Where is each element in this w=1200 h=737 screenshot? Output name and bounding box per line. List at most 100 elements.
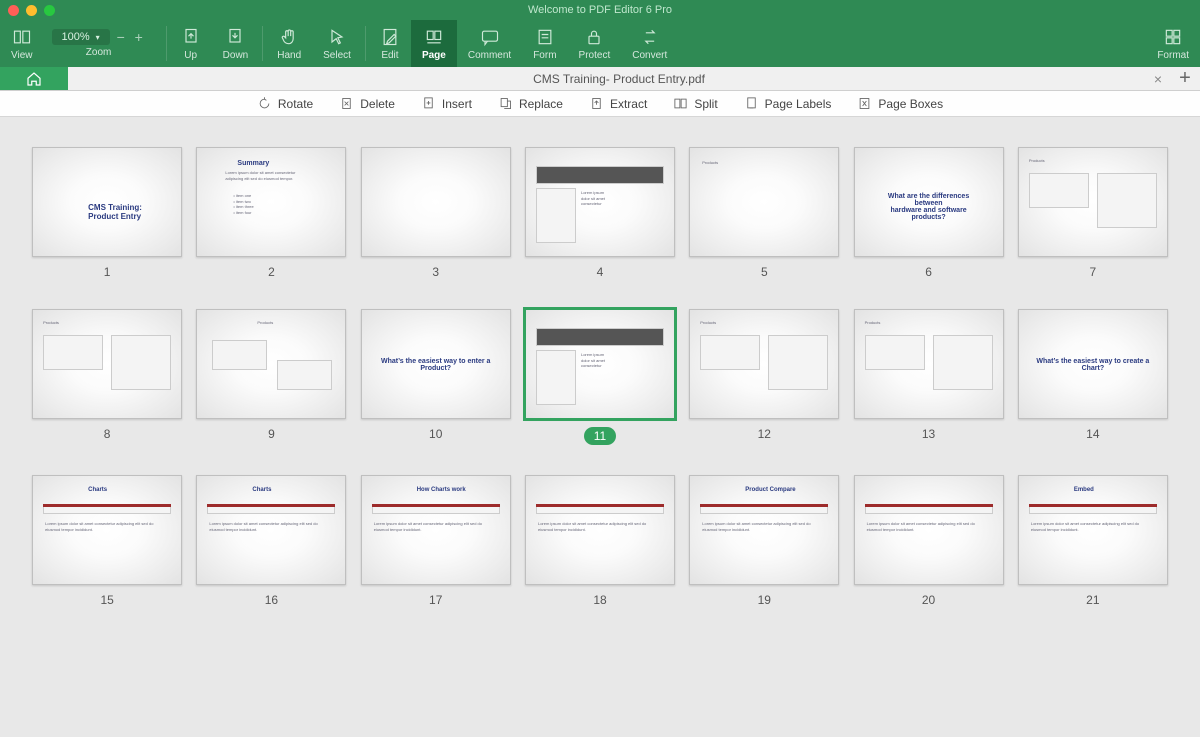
page-thumbnail-image[interactable]: Products — [196, 309, 346, 419]
form-button[interactable]: Form — [522, 20, 567, 67]
page-thumbnail-image[interactable]: ChartsLorem ipsum dolor sit amet consect… — [196, 475, 346, 585]
page-thumbnail-image[interactable]: What are the differences betweenhardware… — [854, 147, 1004, 257]
extract-label: Extract — [610, 97, 647, 111]
page-boxes-button[interactable]: Page Boxes — [857, 96, 943, 111]
new-tab-button[interactable]: + — [1170, 67, 1200, 90]
page-thumbnail-image[interactable]: What’s the easiest way to enter aProduct… — [361, 309, 511, 419]
zoom-out-button[interactable]: − — [114, 29, 128, 45]
page-number: 19 — [758, 593, 771, 607]
page-thumbnail-image[interactable]: Products — [1018, 147, 1168, 257]
page-thumbnail[interactable]: What’s the easiest way to enter aProduct… — [359, 309, 513, 445]
page-thumbnail[interactable]: Products 7 — [1016, 147, 1170, 279]
page-thumbnail[interactable]: Products13 — [851, 309, 1005, 445]
down-label: Down — [223, 50, 249, 61]
replace-icon — [498, 96, 513, 111]
page-button[interactable]: Page — [411, 20, 457, 67]
page-thumbnail-image[interactable]: What’s the easiest way to create aChart? — [1018, 309, 1168, 419]
insert-button[interactable]: Insert — [421, 96, 472, 111]
page-thumbnail-image[interactable]: SummaryLorem ipsum dolor sit amet consec… — [196, 147, 346, 257]
delete-icon — [339, 96, 354, 111]
page-thumbnail[interactable]: Lorem ipsumdolor sit ametconsectetur 4 — [523, 147, 677, 279]
hand-label: Hand — [277, 50, 301, 61]
format-label: Format — [1157, 50, 1189, 61]
page-thumbnail[interactable]: 3 — [359, 147, 513, 279]
page-thumbnail-image[interactable] — [361, 147, 511, 257]
page-thumbnail[interactable]: Lorem ipsum dolor sit amet consectetur a… — [851, 475, 1005, 607]
page-number: 21 — [1086, 593, 1099, 607]
page-thumbnail-image[interactable]: Lorem ipsumdolor sit ametconsectetur — [525, 309, 675, 419]
page-number: 12 — [758, 427, 771, 441]
document-tab[interactable]: CMS Training- Product Entry.pdf × — [68, 67, 1170, 90]
protect-button[interactable]: Protect — [568, 20, 622, 67]
extract-button[interactable]: Extract — [589, 96, 647, 111]
format-icon — [1163, 26, 1183, 48]
split-button[interactable]: Split — [673, 96, 717, 111]
edit-button[interactable]: Edit — [369, 20, 411, 67]
page-number: 3 — [432, 265, 439, 279]
toolbar-divider — [262, 26, 263, 61]
page-number: 16 — [265, 593, 278, 607]
form-label: Form — [533, 50, 556, 61]
zoom-dropdown[interactable]: 100%▾ — [52, 29, 110, 45]
page-thumbnail-image[interactable]: EmbedLorem ipsum dolor sit amet consecte… — [1018, 475, 1168, 585]
page-thumbnail[interactable]: Products5 — [687, 147, 841, 279]
up-button[interactable]: Up — [170, 20, 212, 67]
zoom-group: 100%▾ − + Zoom — [44, 20, 163, 67]
page-thumbnail[interactable]: ChartsLorem ipsum dolor sit amet consect… — [194, 475, 348, 607]
page-thumbnail[interactable]: How Charts workLorem ipsum dolor sit ame… — [359, 475, 513, 607]
page-number: 4 — [597, 265, 604, 279]
insert-icon — [421, 96, 436, 111]
page-thumbnail-image[interactable]: Products — [854, 309, 1004, 419]
page-number: 6 — [925, 265, 932, 279]
page-number: 7 — [1090, 265, 1097, 279]
page-thumbnail[interactable]: What’s the easiest way to create aChart?… — [1016, 309, 1170, 445]
comment-icon — [480, 26, 500, 48]
page-thumbnail-image[interactable]: Products — [689, 309, 839, 419]
page-thumbnail[interactable]: Products9 — [194, 309, 348, 445]
comment-button[interactable]: Comment — [457, 20, 522, 67]
edit-label: Edit — [381, 50, 398, 61]
page-thumbnail[interactable]: EmbedLorem ipsum dolor sit amet consecte… — [1016, 475, 1170, 607]
zoom-in-button[interactable]: + — [132, 29, 146, 45]
titlebar: Welcome to PDF Editor 6 Pro — [0, 0, 1200, 20]
rotate-icon — [257, 96, 272, 111]
page-number: 18 — [593, 593, 606, 607]
home-tab[interactable] — [0, 67, 68, 90]
replace-button[interactable]: Replace — [498, 96, 563, 111]
format-button[interactable]: Format — [1146, 20, 1200, 67]
page-thumbnail[interactable]: SummaryLorem ipsum dolor sit amet consec… — [194, 147, 348, 279]
page-thumbnail-image[interactable]: Lorem ipsum dolor sit amet consectetur a… — [854, 475, 1004, 585]
convert-button[interactable]: Convert — [621, 20, 678, 67]
page-thumbnail-image[interactable]: Lorem ipsum dolor sit amet consectetur a… — [525, 475, 675, 585]
page-thumbnail-image[interactable]: CMS Training:Product Entry — [32, 147, 182, 257]
page-number: 1 — [104, 265, 111, 279]
page-thumbnail-image[interactable]: Product CompareLorem ipsum dolor sit ame… — [689, 475, 839, 585]
select-icon — [327, 26, 347, 48]
page-labels-button[interactable]: Page Labels — [744, 96, 832, 111]
toolbar-divider — [166, 26, 167, 61]
page-thumbnail-image[interactable]: How Charts workLorem ipsum dolor sit ame… — [361, 475, 511, 585]
page-thumbnail[interactable]: Lorem ipsum dolor sit amet consectetur a… — [523, 475, 677, 607]
page-boxes-icon — [857, 96, 872, 111]
page-thumbnail[interactable]: Lorem ipsumdolor sit ametconsectetur11 — [523, 309, 677, 445]
page-thumbnail[interactable]: What are the differences betweenhardware… — [851, 147, 1005, 279]
view-button[interactable]: View — [0, 20, 44, 67]
hand-button[interactable]: Hand — [266, 20, 312, 67]
page-thumbnail[interactable]: ChartsLorem ipsum dolor sit amet consect… — [30, 475, 184, 607]
page-thumbnail-image[interactable]: Products — [32, 309, 182, 419]
page-thumbnail[interactable]: Product CompareLorem ipsum dolor sit ame… — [687, 475, 841, 607]
delete-button[interactable]: Delete — [339, 96, 395, 111]
page-thumbnail[interactable]: Products8 — [30, 309, 184, 445]
page-thumbnail[interactable]: CMS Training:Product Entry 1 — [30, 147, 184, 279]
select-button[interactable]: Select — [312, 20, 362, 67]
down-button[interactable]: Down — [212, 20, 260, 67]
rotate-button[interactable]: Rotate — [257, 96, 313, 111]
split-icon — [673, 96, 688, 111]
form-icon — [535, 26, 555, 48]
page-thumbnail-image[interactable]: Lorem ipsumdolor sit ametconsectetur — [525, 147, 675, 257]
thumbnails-area[interactable]: CMS Training:Product Entry 1 SummaryLorem … — [0, 117, 1200, 737]
page-thumbnail[interactable]: Products 12 — [687, 309, 841, 445]
page-thumbnail-image[interactable]: ChartsLorem ipsum dolor sit amet consect… — [32, 475, 182, 585]
page-thumbnail-image[interactable]: Products — [689, 147, 839, 257]
close-tab-button[interactable]: × — [1154, 71, 1162, 87]
